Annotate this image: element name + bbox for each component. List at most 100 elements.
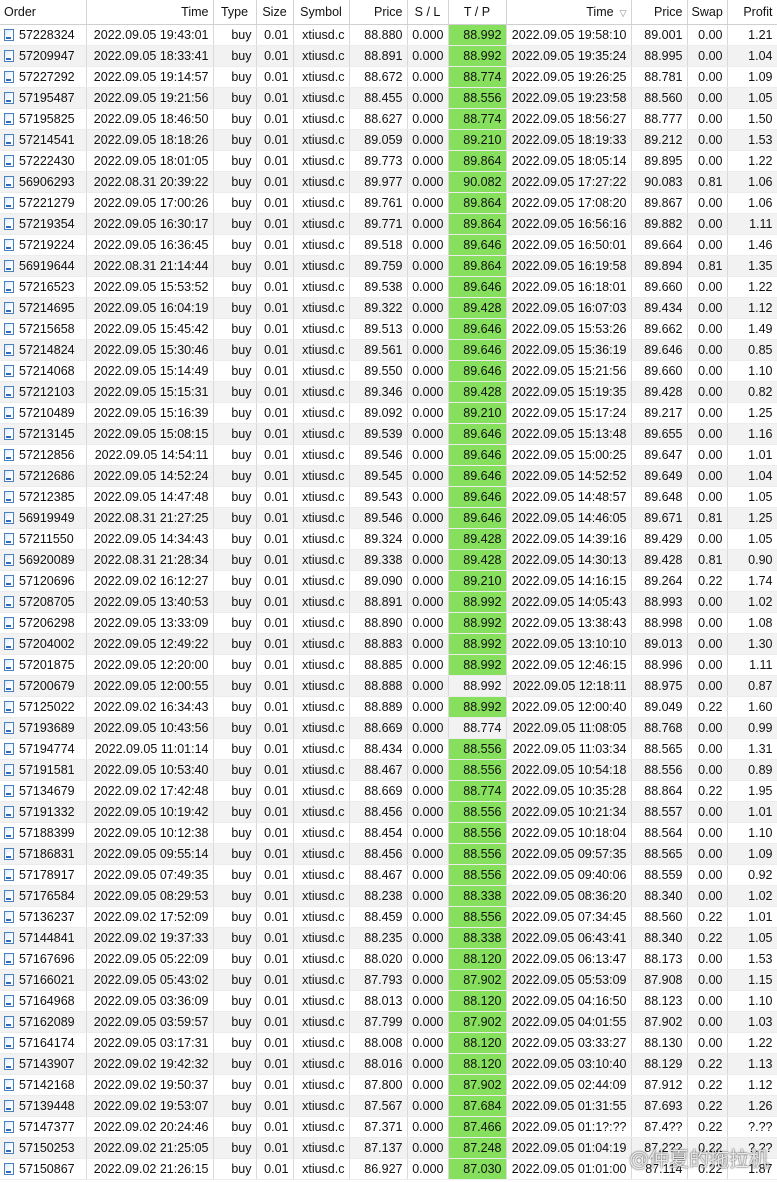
table-row[interactable]: 57209947 2022.09.05 18:33:41 buy 0.01 xtiusd… — [0, 45, 777, 67]
table-row[interactable]: 57214695 2022.09.05 16:04:19 buy 0.01 xtiusd… — [0, 297, 777, 319]
table-row[interactable]: 57228324 2022.09.05 19:43:01 buy 0.01 xtiusd… — [0, 24, 777, 46]
cell-close-price: 89.894 — [631, 255, 688, 277]
table-row[interactable]: 57139448 2022.09.02 19:53:07 buy 0.01 xtiusd… — [0, 1095, 777, 1117]
table-row[interactable]: 57125022 2022.09.02 16:34:43 buy 0.01 xtiusd… — [0, 696, 777, 718]
table-row[interactable]: 56920089 2022.08.31 21:28:34 buy 0.01 xtiusd… — [0, 549, 777, 571]
table-row[interactable]: 57211550 2022.09.05 14:34:43 buy 0.01 xtiusd… — [0, 528, 777, 550]
order-number: 57166021 — [19, 973, 75, 987]
table-row[interactable]: 57186831 2022.09.05 09:55:14 buy 0.01 xtiusd… — [0, 843, 777, 865]
cell-type: buy — [213, 24, 257, 46]
table-row[interactable]: 57191332 2022.09.05 10:19:42 buy 0.01 xtiusd… — [0, 801, 777, 823]
col-header-close-time[interactable]: Time ▽ — [506, 0, 632, 25]
col-header-swap[interactable]: Swap — [687, 0, 728, 25]
table-row[interactable]: 57150253 2022.09.02 21:25:05 buy 0.01 xtiusd… — [0, 1137, 777, 1159]
cell-order: 57212103 — [0, 381, 87, 403]
order-number: 57201875 — [19, 658, 75, 672]
table-row[interactable]: 57188399 2022.09.05 10:12:38 buy 0.01 xtiusd… — [0, 822, 777, 844]
table-row[interactable]: 57212686 2022.09.05 14:52:24 buy 0.01 xtiusd… — [0, 465, 777, 487]
table-row[interactable]: 57213145 2022.09.05 15:08:15 buy 0.01 xtiusd… — [0, 423, 777, 445]
table-row[interactable]: 57134679 2022.09.02 17:42:48 buy 0.01 xtiusd… — [0, 780, 777, 802]
cell-open-price: 88.669 — [349, 780, 408, 802]
col-header-order[interactable]: Order — [0, 0, 87, 25]
cell-close-price: 88.130 — [631, 1032, 688, 1054]
cell-tp: 89.210 — [448, 129, 507, 151]
table-row[interactable]: 57221279 2022.09.05 17:00:26 buy 0.01 xtiusd… — [0, 192, 777, 214]
cell-symbol: xtiusd.c — [293, 1116, 350, 1138]
table-row[interactable]: 56919644 2022.08.31 21:14:44 buy 0.01 xtiusd… — [0, 255, 777, 277]
cell-swap: 0.00 — [687, 654, 728, 676]
table-row[interactable]: 57195487 2022.09.05 19:21:56 buy 0.01 xtiusd… — [0, 87, 777, 109]
table-row[interactable]: 57195825 2022.09.05 18:46:50 buy 0.01 xtiusd… — [0, 108, 777, 130]
table-row[interactable]: 57214824 2022.09.05 15:30:46 buy 0.01 xtiusd… — [0, 339, 777, 361]
cell-type: buy — [213, 990, 257, 1012]
table-row[interactable]: 57191581 2022.09.05 10:53:40 buy 0.01 xtiusd… — [0, 759, 777, 781]
cell-swap: 0.00 — [687, 969, 728, 991]
table-row[interactable]: 57178917 2022.09.05 07:49:35 buy 0.01 xtiusd… — [0, 864, 777, 886]
table-row[interactable]: 57120696 2022.09.02 16:12:27 buy 0.01 xtiusd… — [0, 570, 777, 592]
table-row[interactable]: 57166021 2022.09.05 05:43:02 buy 0.01 xtiusd… — [0, 969, 777, 991]
cell-close-time: 2022.09.05 14:48:57 — [506, 486, 632, 508]
col-header-size[interactable]: Size — [256, 0, 294, 25]
table-row[interactable]: 57167696 2022.09.05 05:22:09 buy 0.01 xtiusd… — [0, 948, 777, 970]
cell-order: 57150867 — [0, 1158, 87, 1180]
cell-sl: 0.000 — [407, 654, 449, 676]
table-row[interactable]: 57147377 2022.09.02 20:24:46 buy 0.01 xtiusd… — [0, 1116, 777, 1138]
cell-sl: 0.000 — [407, 360, 449, 382]
table-row[interactable]: 57204002 2022.09.05 12:49:22 buy 0.01 xtiusd… — [0, 633, 777, 655]
col-header-symbol[interactable]: Symbol — [293, 0, 350, 25]
col-header-open-time[interactable]: Time — [86, 0, 214, 25]
table-row[interactable]: 57214541 2022.09.05 18:18:26 buy 0.01 xtiusd… — [0, 129, 777, 151]
cell-close-time: 2022.09.05 11:03:34 — [506, 738, 632, 760]
table-row[interactable]: 57150867 2022.09.02 21:26:15 buy 0.01 xtiusd… — [0, 1158, 777, 1180]
col-header-open-price[interactable]: Price — [349, 0, 408, 25]
table-row[interactable]: 57212103 2022.09.05 15:15:31 buy 0.01 xtiusd… — [0, 381, 777, 403]
table-row[interactable]: 57216523 2022.09.05 15:53:52 buy 0.01 xtiusd… — [0, 276, 777, 298]
cell-symbol: xtiusd.c — [293, 1032, 350, 1054]
table-row[interactable]: 57206298 2022.09.05 13:33:09 buy 0.01 xtiusd… — [0, 612, 777, 634]
table-row[interactable]: 57212385 2022.09.05 14:47:48 buy 0.01 xtiusd… — [0, 486, 777, 508]
cell-tp: 88.556 — [448, 822, 507, 844]
table-row[interactable]: 57176584 2022.09.05 08:29:53 buy 0.01 xtiusd… — [0, 885, 777, 907]
table-row[interactable]: 57162089 2022.09.05 03:59:57 buy 0.01 xtiusd… — [0, 1011, 777, 1033]
cell-size: 0.01 — [256, 1116, 294, 1138]
table-row[interactable]: 56919949 2022.08.31 21:27:25 buy 0.01 xtiusd… — [0, 507, 777, 529]
cell-open-time: 2022.09.05 12:00:55 — [86, 675, 214, 697]
table-row[interactable]: 56906293 2022.08.31 20:39:22 buy 0.01 xtiusd… — [0, 171, 777, 193]
table-row[interactable]: 57193689 2022.09.05 10:43:56 buy 0.01 xtiusd… — [0, 717, 777, 739]
table-row[interactable]: 57212856 2022.09.05 14:54:11 buy 0.01 xtiusd… — [0, 444, 777, 466]
table-row[interactable]: 57194774 2022.09.05 11:01:14 buy 0.01 xtiusd… — [0, 738, 777, 760]
order-number: 57167696 — [19, 952, 75, 966]
col-header-sl[interactable]: S / L — [407, 0, 449, 25]
table-row[interactable]: 57200679 2022.09.05 12:00:55 buy 0.01 xtiusd… — [0, 675, 777, 697]
table-row[interactable]: 57201875 2022.09.05 12:20:00 buy 0.01 xtiusd… — [0, 654, 777, 676]
table-row[interactable]: 57219354 2022.09.05 16:30:17 buy 0.01 xtiusd… — [0, 213, 777, 235]
col-header-type[interactable]: Type — [213, 0, 257, 25]
cell-open-time: 2022.09.05 13:33:09 — [86, 612, 214, 634]
cell-open-time: 2022.09.05 16:36:45 — [86, 234, 214, 256]
table-row[interactable]: 57227292 2022.09.05 19:14:57 buy 0.01 xtiusd… — [0, 66, 777, 88]
cell-symbol: xtiusd.c — [293, 402, 350, 424]
table-row[interactable]: 57214068 2022.09.05 15:14:49 buy 0.01 xtiusd… — [0, 360, 777, 382]
table-row[interactable]: 57136237 2022.09.02 17:52:09 buy 0.01 xtiusd… — [0, 906, 777, 928]
cell-profit: 1.46 — [727, 234, 777, 256]
cell-profit: 1.50 — [727, 108, 777, 130]
order-number: 57214541 — [19, 133, 75, 147]
table-row[interactable]: 57219224 2022.09.05 16:36:45 buy 0.01 xtiusd… — [0, 234, 777, 256]
table-row[interactable]: 57215658 2022.09.05 15:45:42 buy 0.01 xtiusd… — [0, 318, 777, 340]
table-row[interactable]: 57143907 2022.09.02 19:42:32 buy 0.01 xtiusd… — [0, 1053, 777, 1075]
cell-open-time: 2022.09.02 21:25:05 — [86, 1137, 214, 1159]
cell-type: buy — [213, 780, 257, 802]
cell-open-price: 87.137 — [349, 1137, 408, 1159]
order-number: 57209947 — [19, 49, 75, 63]
table-row[interactable]: 57142168 2022.09.02 19:50:37 buy 0.01 xtiusd… — [0, 1074, 777, 1096]
table-row[interactable]: 57210489 2022.09.05 15:16:39 buy 0.01 xtiusd… — [0, 402, 777, 424]
table-row[interactable]: 57208705 2022.09.05 13:40:53 buy 0.01 xtiusd… — [0, 591, 777, 613]
col-header-tp[interactable]: T / P — [448, 0, 507, 25]
col-header-close-price[interactable]: Price — [631, 0, 688, 25]
table-row[interactable]: 57222430 2022.09.05 18:01:05 buy 0.01 xtiusd… — [0, 150, 777, 172]
table-row[interactable]: 57164174 2022.09.05 03:17:31 buy 0.01 xtiusd… — [0, 1032, 777, 1054]
col-header-profit[interactable]: Profit — [727, 0, 777, 25]
table-row[interactable]: 57164968 2022.09.05 03:36:09 buy 0.01 xtiusd… — [0, 990, 777, 1012]
table-row[interactable]: 57144841 2022.09.02 19:37:33 buy 0.01 xtiusd… — [0, 927, 777, 949]
cell-order: 56906293 — [0, 171, 87, 193]
